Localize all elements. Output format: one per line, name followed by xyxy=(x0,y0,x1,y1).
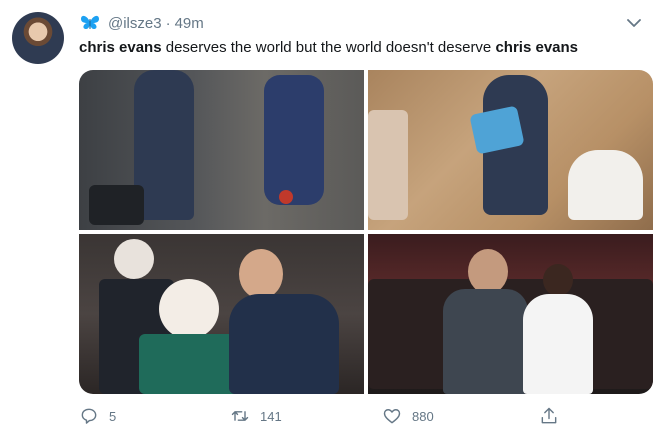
retweet-icon xyxy=(230,406,260,426)
like-button[interactable]: 880 xyxy=(382,404,434,428)
reply-button[interactable]: 5 xyxy=(79,404,116,428)
tweet-header: @ilsze3 · 49m xyxy=(79,12,645,34)
user-handle[interactable]: @ilsze3 xyxy=(108,15,162,32)
butterfly-icon xyxy=(79,13,101,33)
reply-icon xyxy=(79,406,109,426)
photo-1[interactable] xyxy=(79,70,364,230)
timestamp[interactable]: 49m xyxy=(175,15,204,32)
like-icon xyxy=(382,406,412,426)
separator: · xyxy=(165,14,171,32)
like-count: 880 xyxy=(412,408,434,424)
retweet-count: 141 xyxy=(260,408,282,424)
photo-4[interactable] xyxy=(368,234,653,394)
share-button[interactable] xyxy=(539,404,569,428)
photo-2[interactable] xyxy=(368,70,653,230)
media-grid xyxy=(79,70,653,394)
reply-count: 5 xyxy=(109,408,117,424)
chevron-down-icon[interactable] xyxy=(623,12,645,34)
text-bold-1: chris evans xyxy=(79,39,162,56)
share-icon xyxy=(539,406,569,426)
text-bold-2: chris evans xyxy=(495,39,579,56)
avatar[interactable] xyxy=(12,12,64,64)
tweet-text: chris evans deserves the world but the w… xyxy=(79,38,578,58)
text-middle: deserves the world but the world doesn't… xyxy=(161,39,496,56)
action-bar: 5 141 880 xyxy=(79,404,653,428)
photo-3[interactable] xyxy=(79,234,364,394)
retweet-button[interactable]: 141 xyxy=(230,404,282,428)
